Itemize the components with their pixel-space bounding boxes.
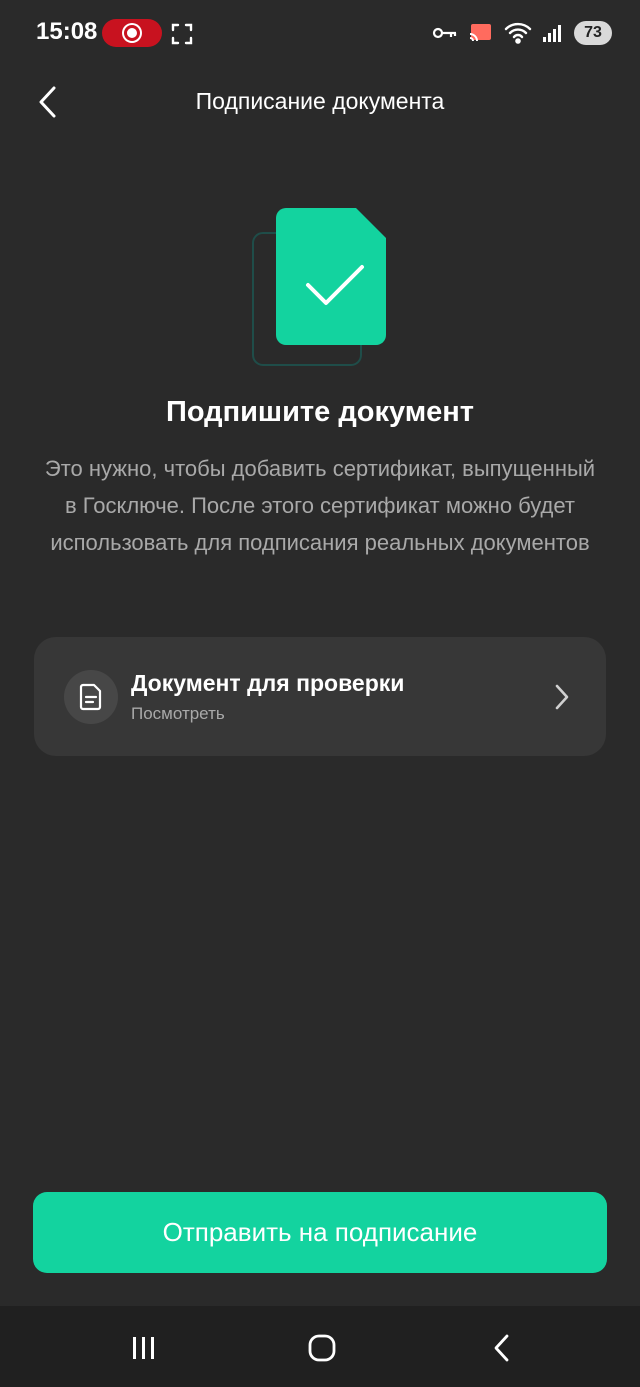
key-icon [432, 27, 457, 39]
header: Подписание документа [0, 72, 640, 132]
status-bar: 15:08 73 [0, 0, 640, 66]
home-button[interactable] [292, 1326, 352, 1370]
description: Это нужно, чтобы добавить сертификат, вы… [44, 456, 596, 555]
recents-button[interactable] [114, 1326, 174, 1370]
recents-icon [133, 1337, 154, 1359]
back-icon [494, 1334, 509, 1362]
signal-icon [543, 25, 561, 42]
document-icon-wrap [64, 670, 118, 724]
page-title: Подписание документа [195, 88, 445, 114]
heading: Подпишите документ [166, 396, 474, 428]
document-subtitle[interactable]: Посмотреть [131, 704, 225, 724]
document-check-icon [252, 208, 386, 366]
document-title: Документ для проверки [131, 670, 405, 696]
battery-icon: 73 [574, 21, 612, 45]
chevron-right-icon [555, 684, 569, 710]
document-icon [79, 683, 102, 711]
cast-icon [469, 24, 491, 42]
navigation-bar [0, 1306, 640, 1387]
status-icons: 73 [432, 18, 612, 48]
nav-back-button[interactable] [472, 1326, 532, 1370]
record-icon[interactable] [102, 19, 162, 47]
home-icon [308, 1334, 336, 1362]
status-time: 15:08 [36, 18, 98, 45]
document-card[interactable]: Документ для проверки Посмотреть [34, 637, 606, 756]
send-for-signing-button[interactable]: Отправить на подписание [33, 1192, 607, 1273]
fullscreen-icon[interactable] [170, 22, 194, 46]
screen: 15:08 73 Подписание документа Подпишите … [0, 0, 640, 1387]
wifi-icon [504, 22, 532, 44]
